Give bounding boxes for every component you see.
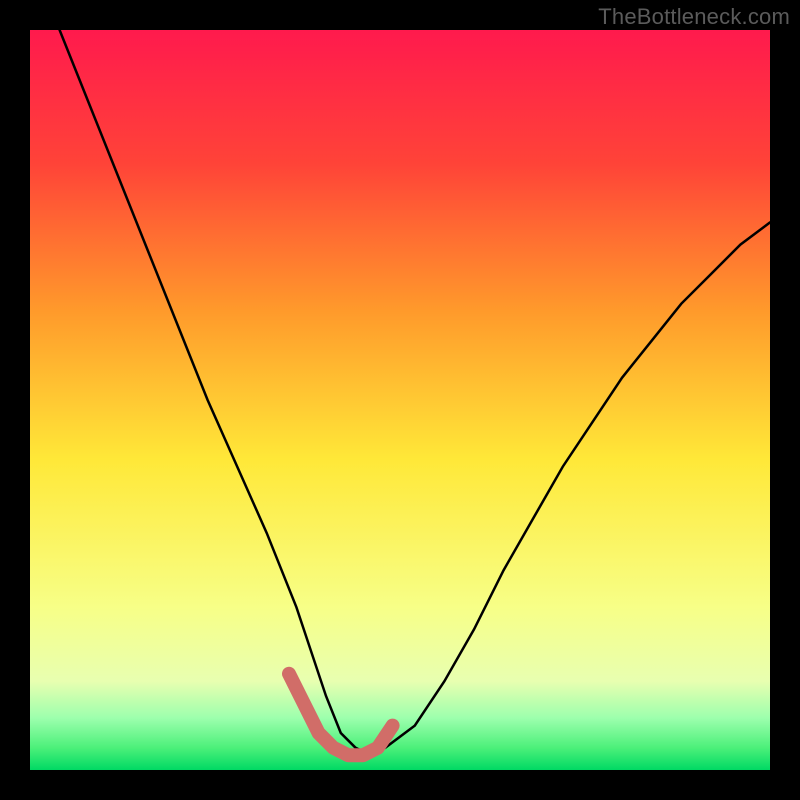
watermark-text: TheBottleneck.com — [598, 4, 790, 30]
chart-frame: TheBottleneck.com — [0, 0, 800, 800]
chart-svg — [30, 30, 770, 770]
plot-area — [30, 30, 770, 770]
gradient-background — [30, 30, 770, 770]
